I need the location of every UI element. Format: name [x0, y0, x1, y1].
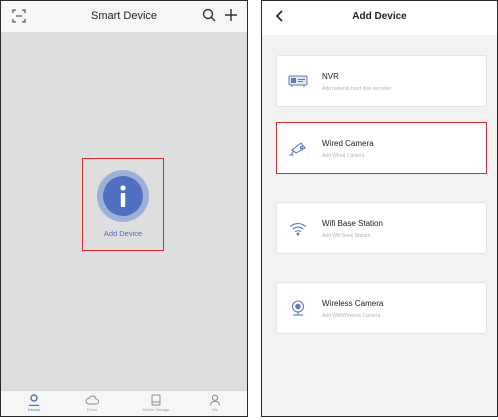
tab-event[interactable]: Event — [72, 394, 112, 415]
info-icon — [97, 170, 149, 222]
storage-icon — [151, 394, 161, 406]
option-title: NVR — [322, 72, 339, 81]
user-icon — [210, 394, 220, 406]
tab-device[interactable]: Device — [14, 394, 54, 415]
device-list-area: Add Device — [1, 32, 247, 392]
cloud-icon — [85, 395, 99, 405]
add-device-screen: Add Device NVR Add network hard disk rec… — [261, 0, 498, 417]
tab-label: Me — [212, 407, 218, 412]
top-bar: Smart Device — [1, 1, 247, 32]
option-subtitle: Add network hard disk recorder — [322, 86, 392, 92]
camera-icon — [289, 142, 306, 156]
option-title: Wired Camera — [322, 139, 374, 148]
option-wifi-base-station[interactable]: Wifi Base Station Add Wifi Base Station — [276, 202, 487, 254]
option-title: Wireless Camera — [322, 299, 384, 308]
plus-icon[interactable] — [223, 7, 239, 23]
option-title: Wifi Base Station — [322, 219, 383, 228]
tab-me[interactable]: Me — [195, 394, 235, 415]
option-wireless-camera[interactable]: Wireless Camera Add Wifi/Wireless Camera — [276, 282, 487, 334]
wifi-icon — [289, 223, 307, 236]
add-device-label: Add Device — [103, 229, 143, 238]
add-device-button[interactable]: Add Device — [82, 158, 164, 251]
option-subtitle: Add Wifi Base Station — [322, 233, 371, 239]
page-title: Add Device — [352, 11, 407, 22]
smart-device-screen: Smart Device Add Device Device Event Mob… — [0, 0, 248, 417]
wireless-camera-icon — [291, 300, 305, 316]
search-icon[interactable] — [201, 7, 217, 23]
option-nvr[interactable]: NVR Add network hard disk recorder — [276, 55, 487, 107]
option-subtitle: Add Wifi/Wireless Camera — [322, 313, 381, 319]
bottom-tab-bar: Device Event Mobile Storage Me — [1, 390, 247, 416]
tab-label: Event — [86, 407, 98, 412]
tab-label: Mobile Storage — [142, 407, 170, 412]
option-subtitle: Add Wired Camera — [322, 153, 365, 159]
person-icon — [29, 394, 39, 406]
nvr-icon — [288, 75, 308, 87]
option-wired-camera[interactable]: Wired Camera Add Wired Camera — [276, 122, 487, 174]
top-bar: Add Device — [262, 1, 497, 35]
tab-label: Device — [27, 407, 41, 412]
tab-mobile-storage[interactable]: Mobile Storage — [136, 394, 176, 415]
device-type-list: NVR Add network hard disk recorder Wired… — [262, 35, 497, 416]
